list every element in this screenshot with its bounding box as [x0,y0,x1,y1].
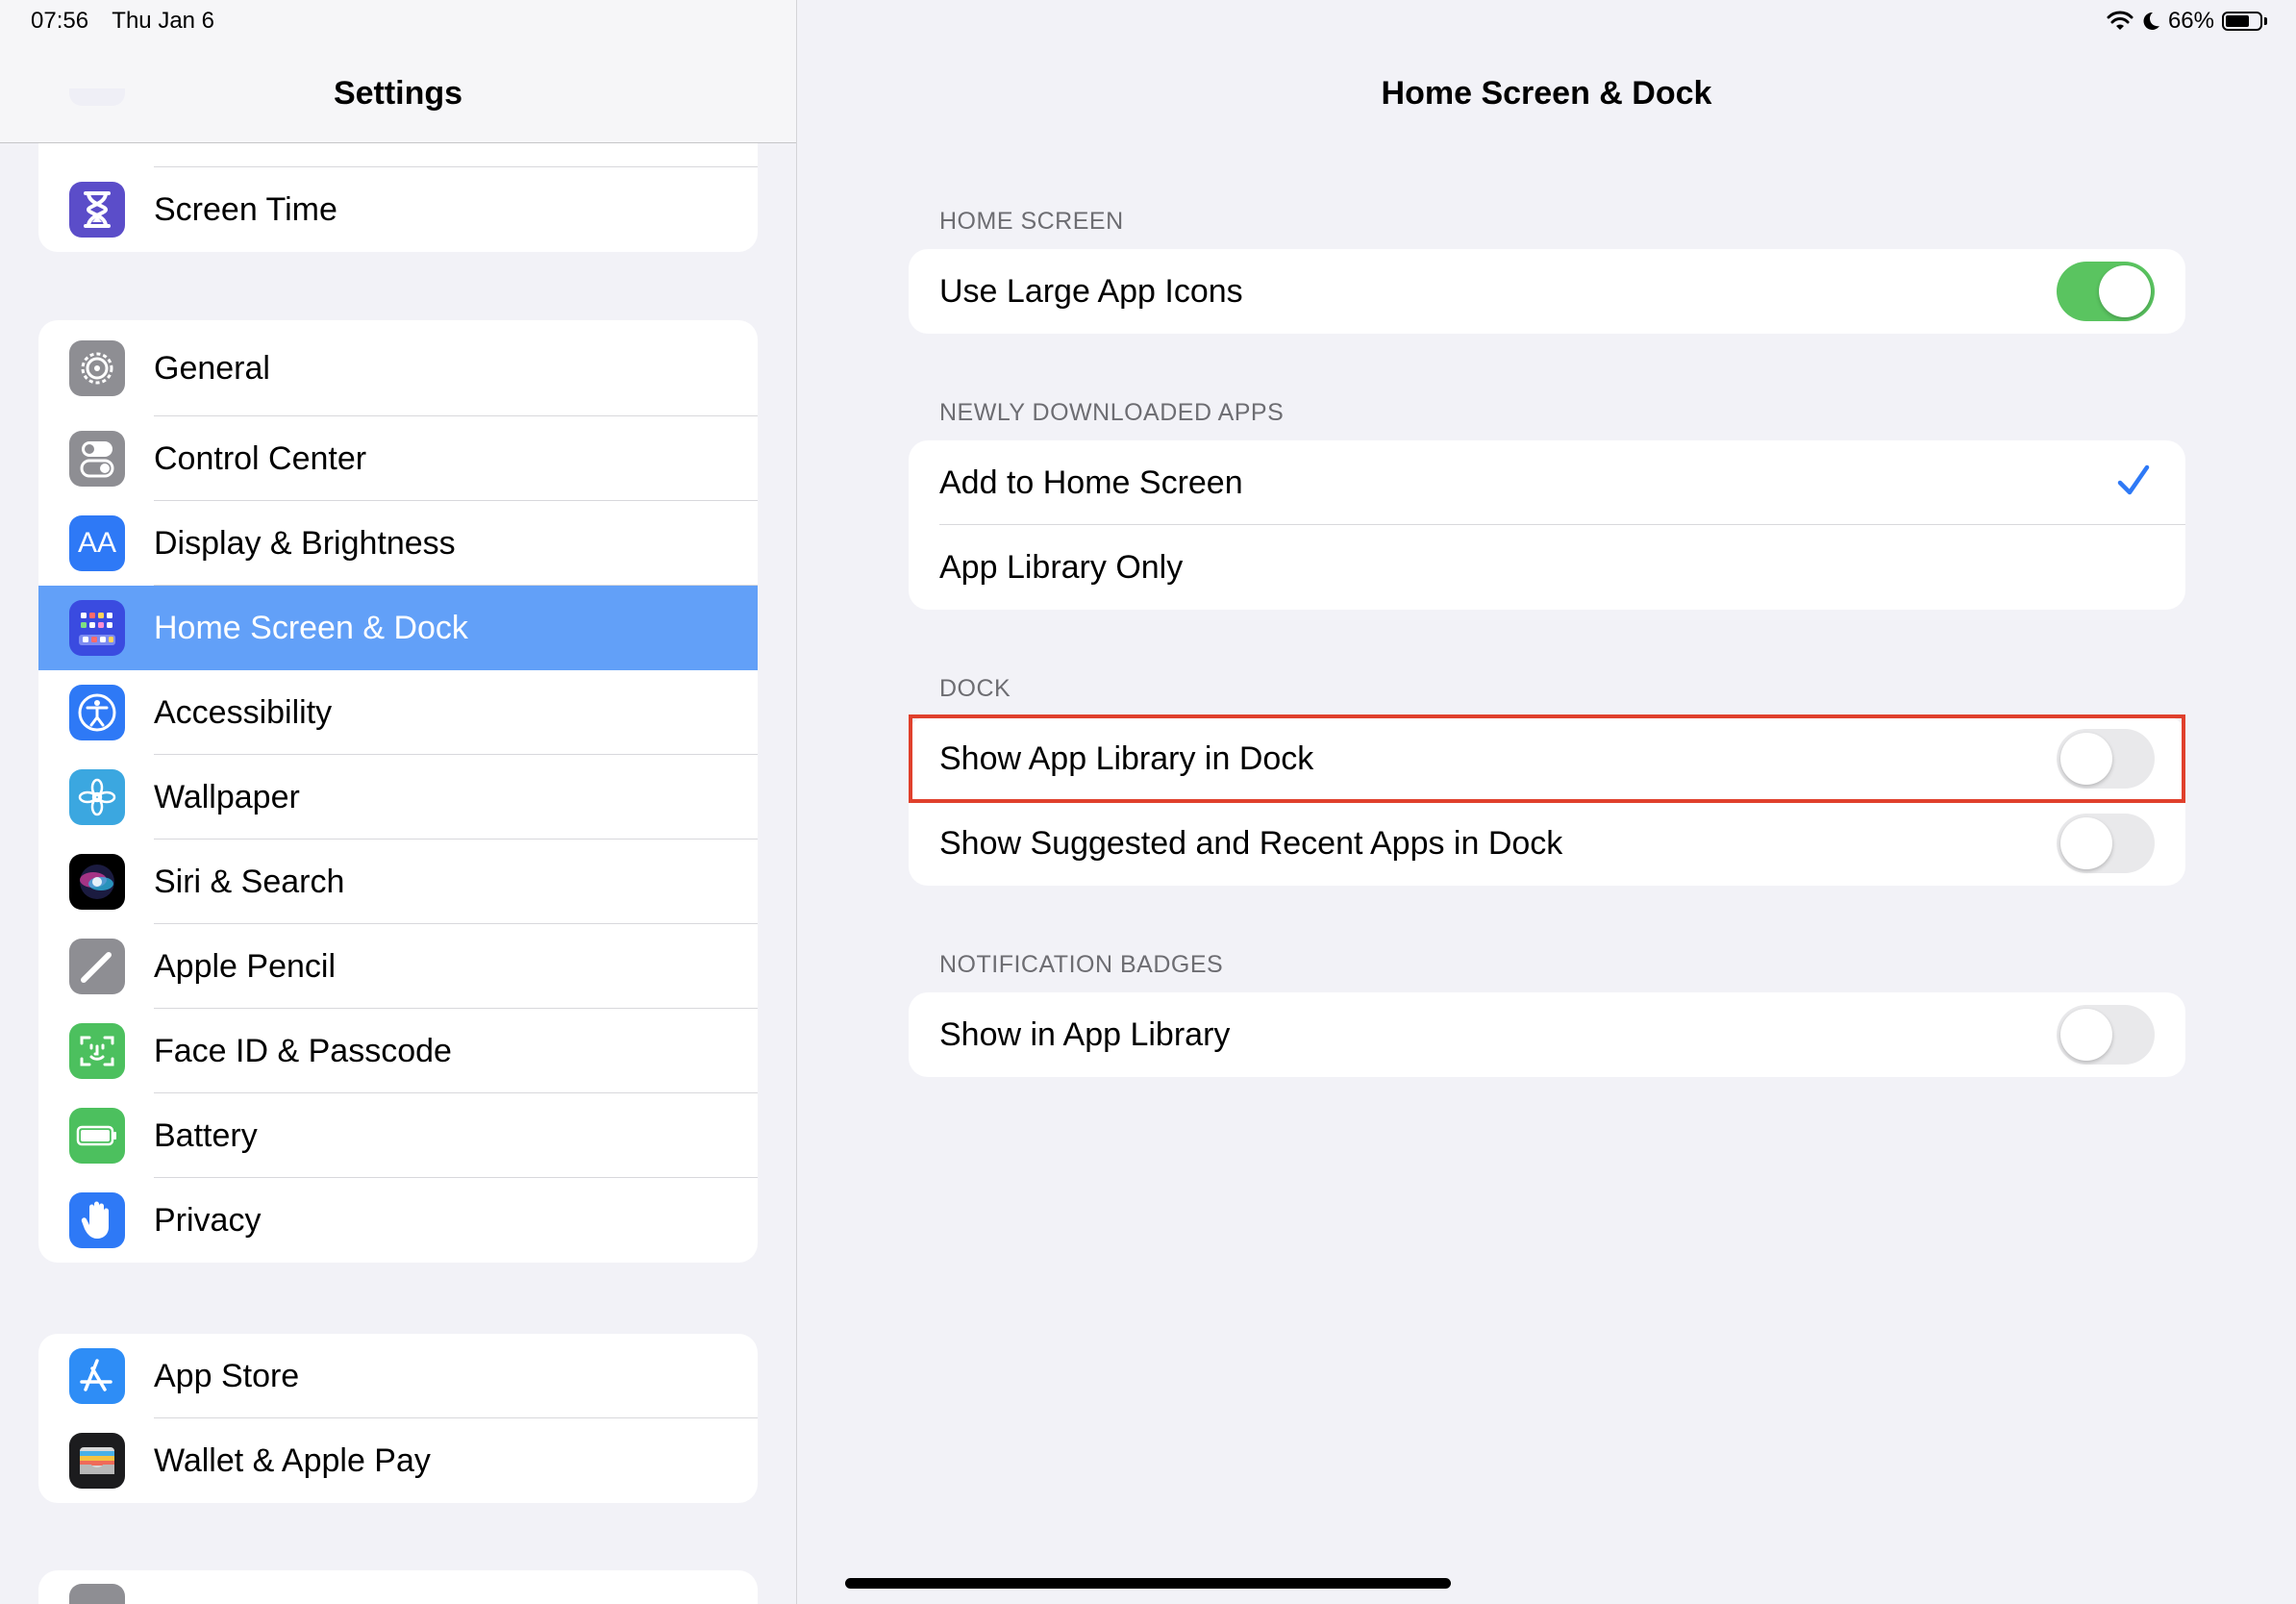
sidebar-item-label: Control Center [154,439,367,477]
status-date: Thu Jan 6 [112,8,215,34]
row-label: Show App Library in Dock [939,740,1314,777]
battery-icon [2222,12,2262,31]
row-label: App Library Only [939,549,1184,586]
card-notification-badges: Show in App Library [909,992,2185,1077]
sidebar-item-app-store[interactable]: App Store [38,1334,758,1418]
sidebar-title: Settings [333,75,463,112]
show-in-app-library-toggle[interactable] [2057,1005,2155,1065]
wallet-icon [69,1433,125,1489]
sidebar-item-label: Wallet & Apple Pay [154,1441,431,1479]
sidebar-item-battery[interactable]: Battery [38,1093,758,1178]
row-label: Show Suggested and Recent Apps in Dock [939,825,1563,862]
page-title: Home Screen & Dock [1381,75,1712,112]
sidebar-item-privacy[interactable]: Privacy [38,1178,758,1263]
row-label: Use Large App Icons [939,273,1243,310]
section-header-dock: DOCK [939,675,1011,702]
sidebar-item-label: Wallpaper [154,778,300,815]
checkmark-icon [2117,464,2150,495]
accessibility-person-icon [69,685,125,740]
status-time: 07:56 [31,8,89,34]
text-size-icon: AA [69,515,125,571]
row-show-app-library-in-dock[interactable]: Show App Library in Dock [909,716,2185,801]
app-store-icon [69,1348,125,1404]
settings-group-device: General Control Center AA Display & Brig… [38,320,758,1263]
sidebar-item-display-brightness[interactable]: AA Display & Brightness [38,501,758,586]
switches-icon [69,431,125,487]
use-large-app-icons-toggle[interactable] [2057,262,2155,321]
show-suggested-recent-apps-toggle[interactable] [2057,814,2155,873]
sidebar-item-siri-search[interactable]: Siri & Search [38,840,758,924]
sidebar-item-wallpaper[interactable]: Wallpaper [38,755,758,840]
sidebar-item-label: Face ID & Passcode [154,1032,452,1069]
home-indicator[interactable] [845,1578,1451,1589]
text-size-icon-glyph: AA [77,527,117,559]
settings-group-store: App Store Wallet & Apple Pay [38,1334,758,1503]
row-add-to-home-screen[interactable]: Add to Home Screen [909,440,2185,525]
sidebar-item-apple-pencil[interactable]: Apple Pencil [38,924,758,1009]
sidebar-item-label: Siri & Search [154,863,345,900]
sidebar-item-label: Home Screen & Dock [154,609,468,646]
row-label: Show in App Library [939,1016,1231,1053]
sidebar-item-label: Privacy [154,1201,262,1239]
settings-sidebar[interactable]: Settings Screen Time General Control Cen… [0,0,797,1604]
sidebar-item-label: Apple Pencil [154,947,337,985]
card-newly-downloaded: Add to Home Screen App Library Only [909,440,2185,610]
battery-nub [2264,17,2267,25]
key-icon [69,1584,125,1604]
status-bar-right: 66% [2107,8,2267,35]
do-not-disturb-moon-icon [2143,12,2159,30]
battery-level-fill [2226,15,2249,27]
battery-percent: 66% [2167,8,2214,34]
sidebar-item-label: Accessibility [154,693,333,731]
sidebar-item-control-center[interactable]: Control Center [38,416,758,501]
sidebar-item-label: General [154,349,270,387]
hourglass-icon [69,182,125,238]
toggle-knob [2060,1009,2112,1061]
detail-pane[interactable]: Home Screen & Dock HOME SCREEN Use Large… [797,0,2296,1604]
flower-icon [69,769,125,825]
battery-icon [69,1108,125,1164]
wifi-icon [2107,11,2134,30]
section-header-notification-badges: NOTIFICATION BADGES [939,951,1224,978]
sidebar-item-screen-time[interactable]: Screen Time [38,167,758,252]
row-show-suggested-recent-apps[interactable]: Show Suggested and Recent Apps in Dock [909,801,2185,886]
siri-orb-icon [69,854,125,910]
card-dock: Show App Library in Dock Show Suggested … [909,716,2185,886]
row-show-in-app-library[interactable]: Show in App Library [909,992,2185,1077]
settings-group-partial [38,1570,758,1604]
sidebar-item-label: Screen Time [154,190,337,228]
show-app-library-in-dock-toggle[interactable] [2057,729,2155,789]
row-use-large-app-icons[interactable]: Use Large App Icons [909,249,2185,334]
toggle-knob [2060,817,2112,869]
row-app-library-only[interactable]: App Library Only [909,525,2185,610]
card-home-screen: Use Large App Icons [909,249,2185,334]
sidebar-item-label: Display & Brightness [154,524,456,562]
toggle-knob [2099,265,2151,317]
status-bar-left: 07:56 Thu Jan 6 [31,8,232,35]
row-label: Add to Home Screen [939,464,1243,501]
sidebar-item-face-id-passcode[interactable]: Face ID & Passcode [38,1009,758,1093]
app-grid-icon [69,600,125,656]
toggle-knob [2060,733,2112,785]
face-id-icon [69,1023,125,1079]
gear-icon [69,340,125,396]
section-header-home-screen: HOME SCREEN [939,208,1124,235]
sidebar-item-label: App Store [154,1357,300,1394]
pencil-icon [69,939,125,994]
sidebar-item-home-screen-dock[interactable]: Home Screen & Dock [38,586,758,670]
sidebar-item-wallet-apple-pay[interactable]: Wallet & Apple Pay [38,1418,758,1503]
sidebar-item-label: Battery [154,1116,258,1154]
hand-icon [69,1192,125,1248]
sidebar-item-general[interactable]: General [38,320,758,416]
sidebar-item-accessibility[interactable]: Accessibility [38,670,758,755]
section-header-newly-downloaded: NEWLY DOWNLOADED APPS [939,399,1285,426]
